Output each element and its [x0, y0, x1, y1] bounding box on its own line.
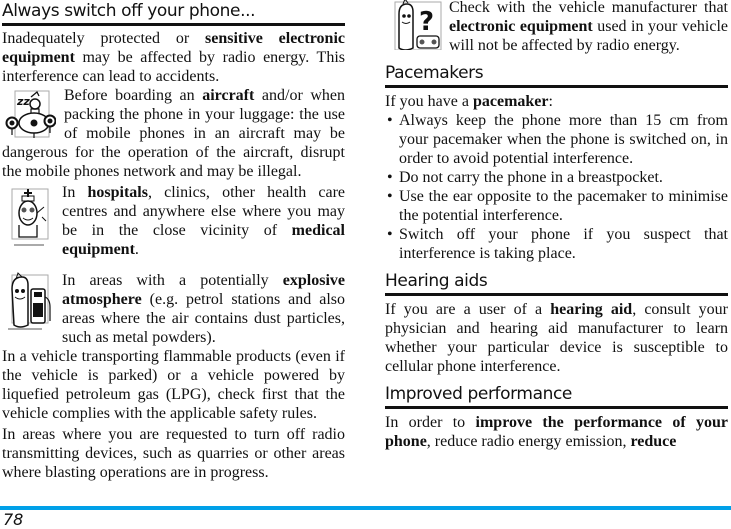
bullet-text: Use the ear opposite to the pacemaker to…	[399, 188, 728, 224]
pacemakers-intro-bold: pacemaker	[472, 93, 549, 110]
footer-accent-line	[0, 506, 731, 510]
hearing-aids-paragraph: If you are a user of a hearing aid, cons…	[385, 300, 728, 376]
explosive-block: In areas with a potentially explosive at…	[2, 259, 345, 347]
explosive-text: In areas with a potentially	[62, 272, 283, 289]
bullet-text: Always keep the phone more than 15 cm fr…	[399, 112, 728, 167]
hospitals-text: In	[62, 184, 88, 201]
pacemakers-intro: If you have a pacemaker:	[385, 92, 728, 111]
hospital-nurse-icon	[2, 185, 54, 247]
hospitals-text-3: .	[134, 241, 139, 258]
right-column: ? Check with the vehicle manufacturer th…	[385, 0, 728, 451]
vehicle-flammable-paragraph: In a vehicle transporting flammable prod…	[2, 348, 345, 422]
bullet-text: Do not carry the phone in a breastpocket…	[399, 169, 663, 186]
intro-text: Inadequately protected or	[2, 30, 206, 47]
bullet-icon: •	[387, 112, 393, 129]
section-heading-improved-performance: Improved performance	[385, 383, 728, 409]
intro-paragraph: Inadequately protected or sensitive elec…	[2, 29, 345, 86]
list-item: • Always keep the phone more than 15 cm f…	[385, 111, 728, 168]
improved-performance-bold-2: reduce	[630, 433, 677, 450]
bullet-icon: •	[387, 188, 393, 205]
section-heading-hearing-aids: Hearing aids	[385, 270, 728, 296]
blasting-paragraph: In areas where you are requested to turn…	[2, 426, 345, 481]
improved-performance-text: In order to	[385, 414, 476, 431]
left-column: Always switch off your phone... Inadequa…	[2, 0, 345, 482]
petrol-station-icon	[2, 271, 54, 333]
vehicle-check-block: ? Check with the vehicle manufacturer th…	[385, 0, 728, 55]
improved-performance-paragraph: In order to improve the performance of y…	[385, 413, 728, 451]
bullet-icon: •	[387, 226, 393, 243]
pacemakers-bullet-list: • Always keep the phone more than 15 cm f…	[385, 111, 728, 263]
list-item: • Use the ear opposite to the pacemaker t…	[385, 187, 728, 225]
vehicle-check-text: Check with the vehicle manufacturer that	[449, 0, 728, 16]
svg-text:zz: zz	[16, 95, 30, 108]
aircraft-bold: aircraft	[202, 87, 255, 104]
aircraft-block: zz Before boarding an aircraft and/or wh…	[2, 86, 345, 181]
section-heading-pacemakers: Pacemakers	[385, 62, 728, 88]
hospitals-block: In hospitals, clinics, other health care…	[2, 183, 345, 259]
section-heading-switch-off: Always switch off your phone...	[2, 0, 345, 26]
aircraft-warning-icon: zz	[4, 90, 56, 140]
list-item: • Switch off your phone if you suspect th…	[385, 225, 728, 263]
aircraft-text: Before boarding an	[64, 87, 203, 104]
page-number: 78	[3, 510, 24, 529]
pacemakers-intro-colon: :	[548, 93, 553, 110]
pacemakers-intro-text: If you have a	[385, 93, 473, 110]
bullet-text: Switch off your phone if you suspect tha…	[399, 226, 728, 262]
svg-text:?: ?	[419, 7, 434, 37]
bullet-icon: •	[387, 169, 393, 186]
improved-performance-text-2: , reduce radio energy emission,	[426, 433, 631, 450]
vehicle-check-bold: electronic equipment	[449, 18, 593, 35]
hospitals-bold: hospitals	[87, 184, 148, 201]
hearing-aids-text: If you are a user of a	[385, 301, 551, 318]
list-item: • Do not carry the phone in a breastpocke…	[385, 168, 728, 187]
hearing-aids-bold: hearing aid	[550, 301, 633, 318]
vehicle-question-icon: ?	[393, 0, 443, 50]
